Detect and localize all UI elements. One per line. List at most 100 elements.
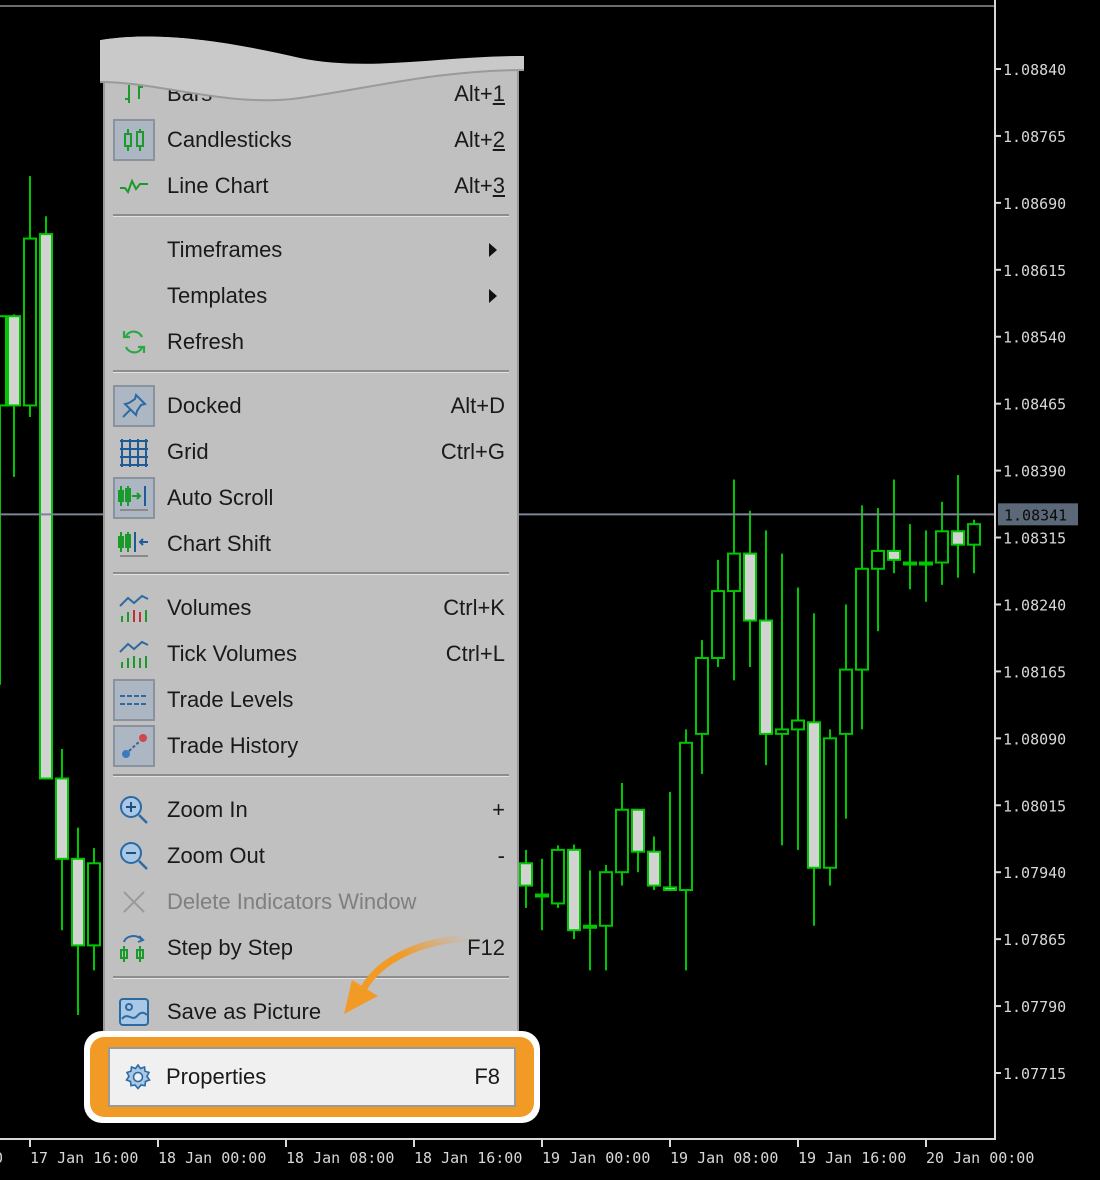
candle	[695, 640, 709, 775]
menu-item-tick-volumes[interactable]: Tick Volumes Ctrl+L	[111, 632, 511, 676]
trade-levels-icon	[113, 679, 155, 721]
candle	[55, 749, 69, 931]
x-tick-label: 20 Jan 00:00	[926, 1149, 1034, 1167]
candle	[807, 613, 821, 926]
menu-item-zoom-in[interactable]: Zoom In +	[111, 788, 511, 832]
candle-body	[887, 549, 901, 561]
candle-body	[743, 552, 757, 622]
menu-item-label: Properties	[166, 1064, 267, 1089]
y-tick-label: 1.08540	[1003, 329, 1066, 347]
menu-item-chart-shift[interactable]: Chart Shift	[111, 522, 511, 566]
candle	[727, 479, 741, 681]
tick-volumes-icon	[113, 633, 155, 675]
menu-item-label: Trade History	[167, 733, 299, 758]
y-tick-label: 1.08690	[1003, 195, 1066, 213]
candle-body	[807, 721, 821, 869]
callout-arrow-icon	[344, 934, 474, 1014]
menu-item-shortcut: Alt+3	[454, 173, 505, 199]
menu-item-docked[interactable]: Docked Alt+D	[111, 384, 511, 428]
candle	[615, 782, 629, 886]
properties-highlight: Properties F8	[84, 1031, 540, 1123]
candle-body	[919, 561, 933, 566]
time-axis: 0 17 Jan 16:00 18 Jan 00:00 18 Jan 08:00 18 …	[0, 1140, 1034, 1167]
menu-item-candlesticks[interactable]: Candlesticks Alt+2	[111, 118, 511, 162]
candle	[535, 858, 549, 931]
candle-body	[39, 233, 53, 780]
candlesticks-icon	[113, 119, 155, 161]
menu-item-delete-indicators-window[interactable]: Delete Indicators Window	[111, 880, 511, 924]
candle	[823, 729, 837, 886]
candle-body	[0, 315, 7, 407]
candle-body	[519, 862, 533, 887]
y-tick-label: 1.07790	[1003, 998, 1066, 1016]
menu-item-trade-levels[interactable]: Trade Levels	[111, 678, 511, 722]
menu-item-trade-history[interactable]: Trade History	[111, 724, 511, 768]
x-tick-label: 0	[0, 1149, 3, 1167]
candle-body	[695, 657, 709, 735]
candle	[551, 845, 565, 908]
menu-item-shortcut: +	[492, 797, 505, 822]
volumes-icon	[113, 587, 155, 629]
candle-body	[951, 530, 965, 546]
menu-item-properties[interactable]: Properties F8	[108, 1047, 516, 1107]
delete-icon	[113, 881, 155, 923]
candle-body	[711, 590, 725, 660]
candle	[631, 808, 645, 873]
blank-icon	[113, 275, 155, 317]
menu-cut-wave	[100, 36, 524, 102]
menu-separator	[113, 572, 509, 575]
candle	[663, 791, 677, 892]
grid-icon	[113, 431, 155, 473]
menu-item-label: Candlesticks	[167, 127, 292, 152]
shortcut-key: 3	[492, 173, 505, 198]
gear-icon	[124, 1063, 152, 1091]
x-tick-label: 18 Jan 08:00	[286, 1149, 394, 1167]
current-price-label: 1.08341	[998, 503, 1078, 526]
menu-separator	[113, 774, 509, 777]
menu-item-timeframes[interactable]: Timeframes	[111, 228, 511, 272]
y-tick-label: 1.08015	[1003, 797, 1066, 815]
x-tick-label: 18 Jan 00:00	[158, 1149, 266, 1167]
menu-item-label: Zoom In	[167, 797, 248, 822]
y-tick-label: 1.08765	[1003, 128, 1066, 146]
y-tick-label: 1.08465	[1003, 396, 1066, 414]
menu-item-grid[interactable]: Grid Ctrl+G	[111, 430, 511, 474]
menu-item-shortcut: Ctrl+K	[443, 595, 505, 620]
y-tick-label: 1.08165	[1003, 663, 1066, 681]
candle-body	[839, 668, 853, 735]
menu-item-shortcut: -	[497, 843, 505, 868]
candle-body	[615, 808, 629, 874]
menu-item-templates[interactable]: Templates	[111, 274, 511, 318]
menu-item-shortcut: Ctrl+L	[445, 641, 505, 666]
menu-item-label: Tick Volumes	[167, 641, 298, 666]
pin-icon	[113, 385, 155, 427]
menu-item-refresh[interactable]: Refresh	[111, 320, 511, 364]
candle-body	[631, 808, 645, 853]
candle-body	[647, 850, 661, 887]
candle	[839, 604, 853, 819]
y-tick-label: 1.08240	[1003, 596, 1066, 614]
menu-item-label: Trade Levels	[167, 687, 294, 712]
candle	[567, 844, 581, 940]
menu-item-shortcut: Alt+D	[450, 393, 505, 418]
menu-item-zoom-out[interactable]: Zoom Out -	[111, 834, 511, 878]
shortcut-prefix: Alt+	[454, 127, 493, 152]
candle	[39, 216, 53, 780]
x-tick-label: 19 Jan 16:00	[798, 1149, 906, 1167]
candle	[775, 553, 789, 846]
menu-item-line-chart[interactable]: Line Chart Alt+3	[111, 164, 511, 208]
step-by-step-icon	[113, 927, 155, 969]
menu-item-label: Docked	[167, 393, 242, 418]
menu-item-label: Templates	[167, 283, 268, 308]
candle	[7, 314, 21, 477]
current-price-text: 1.08341	[1004, 506, 1067, 524]
menu-item-auto-scroll[interactable]: Auto Scroll	[111, 476, 511, 520]
candle-body	[567, 848, 581, 932]
menu-item-label: Volumes	[167, 595, 252, 620]
menu-item-shortcut: Ctrl+G	[440, 439, 505, 464]
menu-item-label: Delete Indicators Window	[167, 889, 417, 914]
menu-item-label: Timeframes	[167, 237, 283, 262]
candle	[855, 505, 869, 730]
menu-item-volumes[interactable]: Volumes Ctrl+K	[111, 586, 511, 630]
auto-scroll-icon	[113, 477, 155, 519]
